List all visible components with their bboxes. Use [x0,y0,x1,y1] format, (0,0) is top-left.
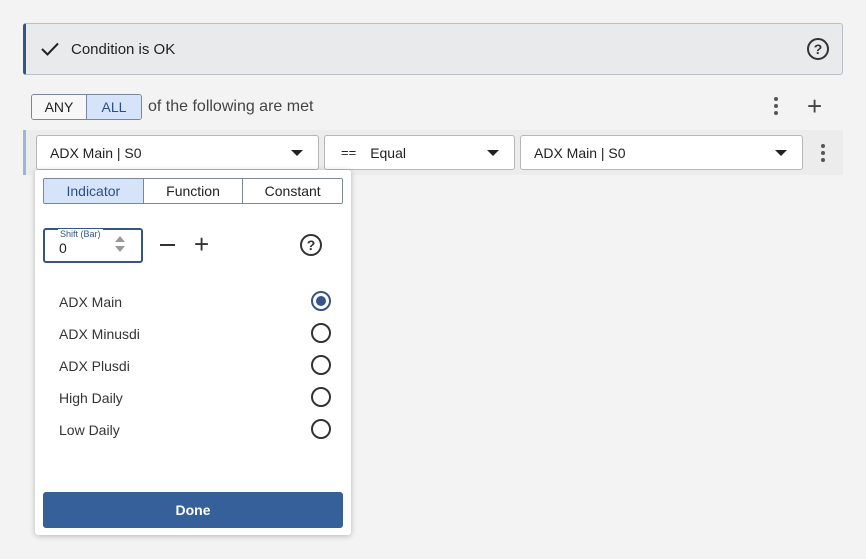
add-condition-button[interactable]: + [807,93,822,119]
match-description: of the following are met [148,98,314,115]
status-help-button[interactable]: ? [807,38,829,60]
right-operand-value: ADX Main | S0 [534,144,626,161]
picker-help-button[interactable]: ? [300,234,322,256]
shift-bar-input[interactable]: Shift (Bar) 0 [43,228,143,263]
option-label: ADX Plusdi [59,358,130,374]
condition-row: ADX Main | S0 == Equal ADX Main | S0 [23,130,843,175]
tab-function[interactable]: Function [142,179,243,203]
operator-value: Equal [370,144,406,161]
radio-button[interactable] [311,323,331,343]
list-item[interactable]: ADX Plusdi [35,350,351,382]
option-label: ADX Main [59,294,123,310]
spin-down-icon[interactable] [115,246,125,252]
left-operand-dropdown[interactable]: ADX Main | S0 [36,135,319,170]
left-operand-value: ADX Main | S0 [50,144,142,161]
status-text: Condition is OK [71,41,176,58]
option-label: High Daily [59,390,123,406]
right-operand-dropdown[interactable]: ADX Main | S0 [520,135,803,170]
operand-picker-popup: Indicator Function Constant Shift (Bar) … [35,170,351,535]
list-item[interactable]: Low Daily [35,414,351,446]
shift-bar-value: 0 [59,240,67,256]
condition-menu-kebab-icon[interactable] [820,144,826,162]
option-label: ADX Minusdi [59,326,140,342]
caret-down-icon [487,150,499,156]
question-circle-icon: ? [807,38,829,60]
match-mode-row: ANY ALL of the following are met + [31,93,837,120]
option-label: Low Daily [59,422,120,438]
caret-down-icon [291,150,303,156]
increment-shift-button[interactable]: + [194,230,209,258]
list-item[interactable]: ADX Main [35,286,351,318]
indicator-options-list: ADX Main ADX Minusdi ADX Plusdi High Dai… [35,286,351,446]
list-item[interactable]: High Daily [35,382,351,414]
radio-button[interactable] [311,419,331,439]
spin-up-icon[interactable] [115,236,125,242]
question-circle-icon: ? [300,234,322,256]
condition-status-bar: Condition is OK ? [23,23,843,75]
shift-bar-label: Shift (Bar) [58,229,103,239]
operand-type-tabs: Indicator Function Constant [43,178,343,204]
tab-indicator[interactable]: Indicator [44,179,143,203]
check-icon [41,42,59,56]
all-toggle-button[interactable]: ALL [87,95,141,119]
any-all-toggle: ANY ALL [31,94,142,120]
shift-spinner[interactable] [115,236,125,252]
caret-down-icon [775,150,787,156]
done-button[interactable]: Done [43,492,343,528]
radio-button[interactable] [311,387,331,407]
radio-button[interactable] [311,291,331,311]
list-item[interactable]: ADX Minusdi [35,318,351,350]
radio-button[interactable] [311,355,331,375]
operator-dropdown[interactable]: == Equal [324,135,515,170]
tab-constant[interactable]: Constant [242,179,342,203]
decrement-shift-button[interactable] [160,244,175,246]
group-menu-kebab-icon[interactable] [773,97,779,115]
operator-symbol: == [341,145,357,160]
any-toggle-button[interactable]: ANY [32,95,87,119]
